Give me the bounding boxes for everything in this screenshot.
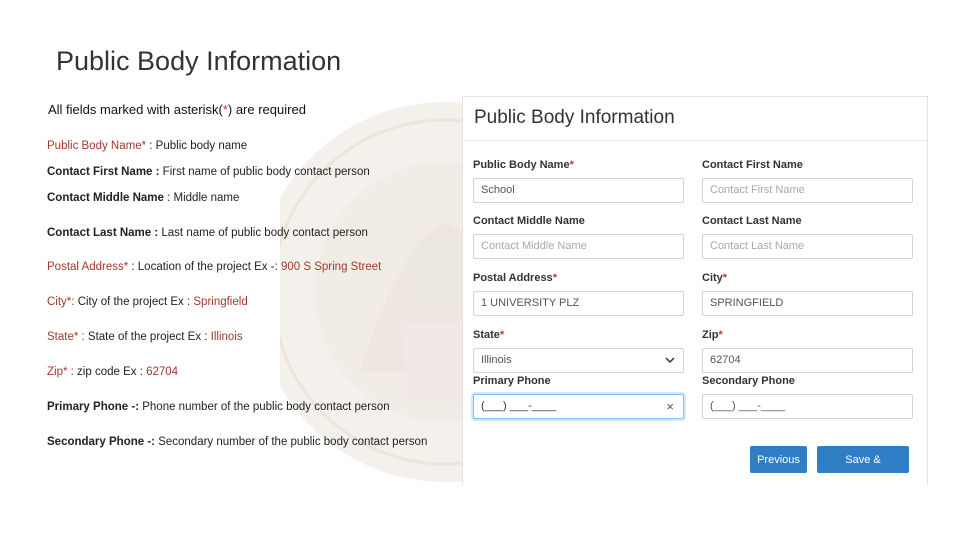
previous-button[interactable]: Previous (750, 446, 807, 473)
desc-public-body-name: Public Body Name* : Public body name (47, 140, 248, 152)
required-fields-note: All fields marked with asterisk(*) are r… (48, 102, 306, 117)
close-icon[interactable]: × (666, 395, 674, 418)
contact-first-name-label: Contact First Name (702, 159, 803, 171)
secondary-phone-input[interactable]: (___) ___-____ (702, 394, 913, 419)
postal-address-input[interactable]: 1 UNIVERSITY PLZ (473, 291, 684, 316)
desc-postal-address: Postal Address* : Location of the projec… (47, 261, 382, 273)
contact-last-name-input[interactable]: Contact Last Name (702, 234, 913, 259)
state-select[interactable]: Illinois (473, 348, 684, 373)
desc-state: State* : State of the project Ex : Illin… (47, 331, 243, 343)
zip-input[interactable]: 62704 (702, 348, 913, 373)
desc-contact-middle-name: Contact Middle Name : Middle name (47, 192, 240, 204)
primary-phone-input[interactable]: (___) ___-____ × (473, 394, 684, 419)
city-label: City* (702, 272, 728, 284)
postal-address-label: Postal Address* (473, 272, 557, 284)
desc-contact-first-name: Contact First Name : First name of publi… (47, 166, 370, 178)
contact-middle-name-input[interactable]: Contact Middle Name (473, 234, 684, 259)
save-continue-button[interactable]: Save & Continue (817, 446, 909, 493)
contact-middle-name-label: Contact Middle Name (473, 215, 585, 227)
slide-title: Public Body Information (56, 46, 342, 76)
city-input[interactable]: SPRINGFIELD (702, 291, 913, 316)
desc-contact-last-name: Contact Last Name : Last name of public … (47, 227, 368, 239)
form-title: Public Body Information (474, 107, 675, 128)
title-divider (463, 140, 927, 141)
public-body-form-panel: Public Body Information Public Body Name… (462, 96, 928, 493)
public-body-name-label: Public Body Name* (473, 159, 574, 171)
primary-phone-label: Primary Phone (473, 375, 551, 387)
desc-zip: Zip* : zip code Ex : 62704 (47, 366, 179, 378)
state-label: State* (473, 329, 505, 341)
zip-label: Zip* (702, 329, 723, 341)
desc-primary-phone: Primary Phone -: Phone number of the pub… (47, 401, 390, 413)
desc-secondary-phone: Secondary Phone -: Secondary number of t… (47, 436, 428, 448)
desc-city: City*: City of the project Ex : Springfi… (47, 296, 248, 308)
contact-first-name-input[interactable]: Contact First Name (702, 178, 913, 203)
secondary-phone-label: Secondary Phone (702, 375, 795, 387)
contact-last-name-label: Contact Last Name (702, 215, 802, 227)
public-body-name-input[interactable]: School (473, 178, 684, 203)
chevron-down-icon[interactable] (665, 349, 675, 381)
